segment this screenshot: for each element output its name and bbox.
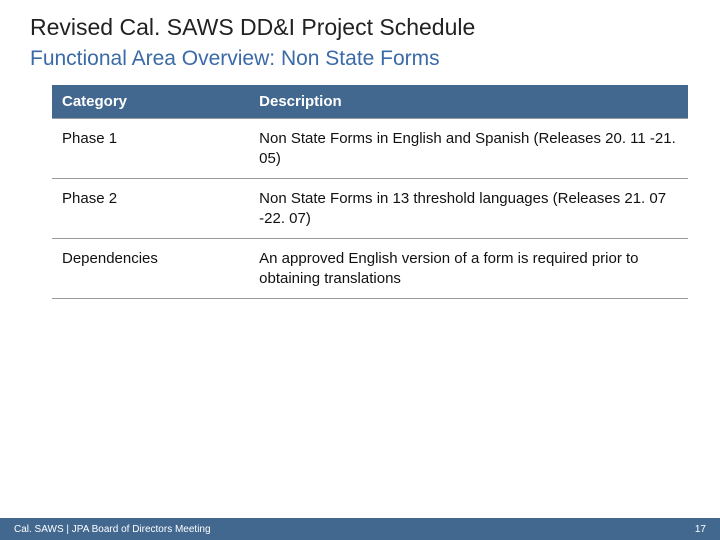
page-title: Revised Cal. SAWS DD&I Project Schedule [30,14,690,41]
table-row: Dependencies An approved English version… [52,239,688,299]
footer-bar: Cal. SAWS | JPA Board of Directors Meeti… [0,518,720,540]
table-row: Phase 1 Non State Forms in English and S… [52,119,688,179]
table-row: Phase 2 Non State Forms in 13 threshold … [52,179,688,239]
cell-category: Dependencies [52,239,249,299]
cell-category: Phase 2 [52,179,249,239]
header-description: Description [249,85,688,119]
table-header-row: Category Description [52,85,688,119]
page-number: 17 [695,524,706,535]
cell-category: Phase 1 [52,119,249,179]
table-container: Category Description Phase 1 Non State F… [30,85,690,299]
overview-table: Category Description Phase 1 Non State F… [52,85,688,299]
page-subtitle: Functional Area Overview: Non State Form… [30,47,690,71]
footer-text: Cal. SAWS | JPA Board of Directors Meeti… [14,524,211,535]
header-category: Category [52,85,249,119]
cell-description: An approved English version of a form is… [249,239,688,299]
slide: Revised Cal. SAWS DD&I Project Schedule … [0,0,720,540]
cell-description: Non State Forms in English and Spanish (… [249,119,688,179]
cell-description: Non State Forms in 13 threshold language… [249,179,688,239]
